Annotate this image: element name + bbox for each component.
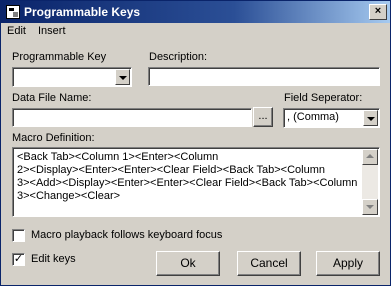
macro-definition-label: Macro Definition: <box>12 132 95 144</box>
edit-keys-checkbox[interactable]: ✓ <box>12 253 25 266</box>
macro-line: 2><Display><Enter><Enter><Clear Field><B… <box>17 164 325 176</box>
field-separator-label: Field Seperator: <box>284 92 363 104</box>
macro-playback-checkbox[interactable] <box>12 229 25 242</box>
menu-insert[interactable]: Insert <box>38 25 66 37</box>
cancel-button[interactable]: Cancel <box>237 251 301 276</box>
data-file-name-label: Data File Name: <box>12 92 92 104</box>
description-label: Description: <box>149 51 208 63</box>
macro-definition-textarea[interactable]: <Back Tab><Column 1><Enter><Column 2><Di… <box>12 147 380 217</box>
programmable-key-select[interactable] <box>12 67 132 87</box>
title-bar: Programmable Keys × <box>1 1 390 23</box>
macro-playback-label: Macro playback follows keyboard focus <box>31 229 223 241</box>
data-file-name-input[interactable] <box>12 108 252 127</box>
ok-button[interactable]: Ok <box>156 251 220 276</box>
macro-scrollbar[interactable] <box>362 149 378 215</box>
window-title: Programmable Keys <box>24 5 141 19</box>
macro-line: 3><Add><Display><Enter><Enter><Clear Fie… <box>17 177 358 189</box>
menu-bar: Edit Insert <box>1 23 390 42</box>
edit-keys-label: Edit keys <box>31 253 76 265</box>
field-separator-select[interactable]: , (Comma) <box>283 108 380 128</box>
programmable-keys-dialog: Programmable Keys × Edit Insert Programm… <box>0 0 391 286</box>
close-button[interactable]: × <box>369 4 387 20</box>
chevron-down-icon[interactable] <box>115 69 130 85</box>
field-separator-value: , (Comma) <box>287 111 339 123</box>
chevron-down-icon[interactable] <box>363 110 378 126</box>
description-input[interactable] <box>148 67 380 86</box>
menu-edit[interactable]: Edit <box>7 25 26 37</box>
apply-button[interactable]: Apply <box>316 251 380 276</box>
programmable-key-label: Programmable Key <box>12 51 107 63</box>
scroll-down-arrow-icon[interactable] <box>362 199 378 215</box>
app-icon <box>6 5 20 19</box>
macro-line: 3><Change><Clear> <box>17 190 121 202</box>
scroll-up-arrow-icon[interactable] <box>362 149 378 165</box>
browse-button[interactable]: ... <box>253 107 273 127</box>
macro-line: <Back Tab><Column 1><Enter><Column <box>17 151 219 163</box>
